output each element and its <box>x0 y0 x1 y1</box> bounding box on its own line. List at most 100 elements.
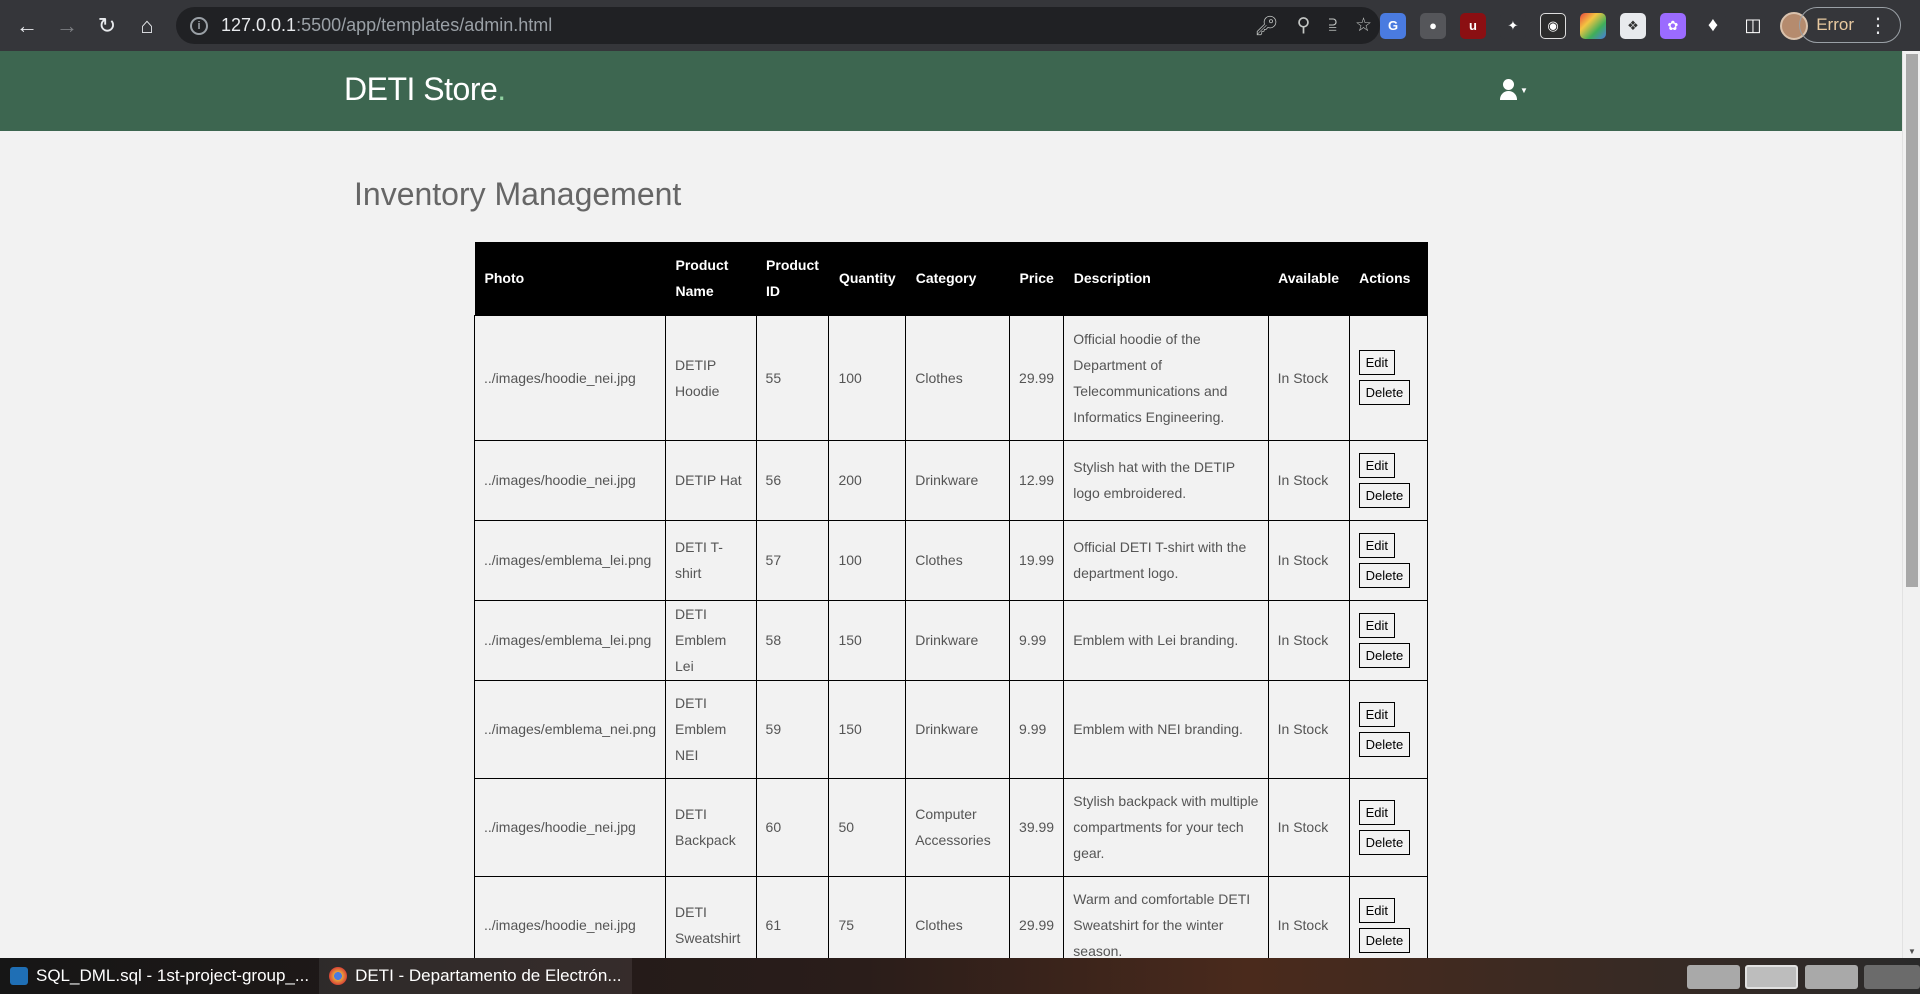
cell-description: Stylish backpack with multiple compartme… <box>1063 777 1269 877</box>
profile-error-button[interactable]: Error ⋮ <box>1799 7 1901 43</box>
cell-actions: Edit Delete <box>1348 314 1429 441</box>
workspace-4[interactable] <box>1864 965 1920 989</box>
cell-product-id: 58 <box>755 599 830 681</box>
vscode-icon <box>10 967 28 985</box>
edit-button[interactable]: Edit <box>1358 612 1396 638</box>
table-header-row: Photo Product Name Product ID Quantity C… <box>474 242 1428 315</box>
site-info-icon[interactable]: i <box>190 16 208 35</box>
delete-button[interactable]: Delete <box>1358 829 1411 855</box>
address-bar[interactable]: i 127.0.0.1:5500/app/templates/admin.htm… <box>176 7 1380 44</box>
edit-button[interactable]: Edit <box>1358 897 1396 923</box>
user-icon <box>1500 79 1517 101</box>
column-header-price: Price <box>1009 242 1064 315</box>
side-panel-icon[interactable]: ◫ <box>1740 12 1766 39</box>
caret-down-icon: ▼ <box>1520 86 1528 95</box>
more-menu-icon[interactable]: ⋮ <box>1868 13 1888 38</box>
back-icon[interactable]: ← <box>7 6 47 46</box>
extension-icon[interactable]: ● <box>1420 12 1446 39</box>
home-icon[interactable]: ⌂ <box>127 6 167 46</box>
share-icon[interactable]: ⫆ <box>1329 15 1337 37</box>
workspace-1[interactable] <box>1687 965 1740 989</box>
browser-toolbar: ← → ↻ ⌂ i 127.0.0.1:5500/app/templates/a… <box>0 0 1920 51</box>
cell-quantity: 150 <box>828 679 907 779</box>
taskbar-item-label: DETI - Departamento de Electrón... <box>355 966 622 985</box>
user-menu-button[interactable]: ▼ <box>1500 79 1528 101</box>
workspace-2[interactable] <box>1745 965 1798 989</box>
cell-category: Clothes <box>905 519 1011 601</box>
delete-button[interactable]: Delete <box>1358 562 1411 588</box>
cell-category: Computer Accessories <box>905 777 1011 877</box>
delete-button[interactable]: Delete <box>1358 380 1411 405</box>
table-row: ../images/hoodie_nei.jpg DETIP Hat 56 20… <box>474 439 1429 521</box>
chrome-icon <box>329 967 348 985</box>
cell-product-id: 55 <box>755 314 830 441</box>
brand-logo[interactable]: DETI Store. <box>344 71 506 108</box>
delete-button[interactable]: Delete <box>1358 482 1411 508</box>
edit-button[interactable]: Edit <box>1358 701 1396 727</box>
column-header-product-id: Product ID <box>756 242 829 315</box>
column-header-quantity: Quantity <box>828 242 906 315</box>
extension-color-icon[interactable] <box>1580 12 1606 39</box>
cell-description: Official DETI T-shirt with the departmen… <box>1063 519 1269 601</box>
scrollbar-thumb[interactable] <box>1906 54 1918 587</box>
cell-description: Emblem with NEI branding. <box>1063 679 1269 779</box>
scroll-down-arrow-icon[interactable]: ▼ <box>1908 947 1916 956</box>
delete-button[interactable]: Delete <box>1358 731 1411 757</box>
zoom-icon[interactable]: ⚲ <box>1297 14 1311 37</box>
cell-quantity: 50 <box>828 777 907 877</box>
extension-bird-icon[interactable]: ✦ <box>1500 12 1526 39</box>
cell-product-id: 57 <box>755 519 830 601</box>
extension-puzzle-box-icon[interactable]: ❖ <box>1620 12 1646 39</box>
bookmark-star-icon[interactable]: ☆ <box>1355 14 1372 37</box>
taskbar-item-chrome[interactable]: DETI - Departamento de Electrón... <box>319 958 632 994</box>
url-text[interactable]: 127.0.0.1:5500/app/templates/admin.html <box>221 15 552 36</box>
forward-icon[interactable]: → <box>47 6 87 46</box>
cell-quantity: 150 <box>828 599 907 681</box>
cell-price: 9.99 <box>1009 599 1065 681</box>
cell-price: 39.99 <box>1009 777 1065 877</box>
cell-product-name: DETI Backpack <box>665 777 757 877</box>
reload-icon[interactable]: ↻ <box>87 6 127 46</box>
edit-button[interactable]: Edit <box>1358 350 1396 375</box>
edit-button[interactable]: Edit <box>1358 532 1396 558</box>
cell-photo: ../images/hoodie_nei.jpg <box>474 314 666 441</box>
page-scrollbar[interactable]: ▼ <box>1902 51 1920 958</box>
key-icon[interactable]: 🔑︎ <box>1255 14 1279 38</box>
table-row: ../images/hoodie_nei.jpg DETIP Hoodie 55… <box>474 314 1429 441</box>
extension-feather-icon[interactable]: ✿ <box>1660 12 1686 39</box>
cell-category: Drinkware <box>905 599 1011 681</box>
cell-price: 12.99 <box>1009 439 1065 521</box>
page-title: Inventory Management <box>354 176 682 212</box>
cell-description: Emblem with Lei branding. <box>1063 599 1269 681</box>
extensions-puzzle-icon[interactable]: ♦ <box>1700 12 1726 39</box>
cell-product-name: DETIP Hoodie <box>665 314 757 441</box>
cell-photo: ../images/hoodie_nei.jpg <box>474 439 666 521</box>
taskbar-item-label: SQL_DML.sql - 1st-project-group_... <box>36 966 310 985</box>
cell-description: Stylish hat with the DETIP logo embroide… <box>1063 439 1269 521</box>
translate-extension-icon[interactable]: G <box>1380 12 1406 39</box>
ublock-icon[interactable]: u <box>1460 12 1486 39</box>
cell-quantity: 100 <box>828 314 907 441</box>
cell-quantity: 100 <box>828 519 907 601</box>
cell-actions: Edit Delete <box>1348 679 1429 779</box>
cell-price: 29.99 <box>1009 314 1065 441</box>
cell-actions: Edit Delete <box>1348 519 1429 601</box>
column-header-description: Description <box>1063 242 1269 315</box>
column-header-product-name: Product Name <box>665 242 757 315</box>
delete-button[interactable]: Delete <box>1358 642 1411 668</box>
table-row: ../images/emblema_lei.png DETI T-shirt 5… <box>474 519 1429 601</box>
edit-button[interactable]: Edit <box>1358 452 1396 478</box>
cell-available: In Stock <box>1267 439 1350 521</box>
edit-button[interactable]: Edit <box>1358 799 1396 825</box>
delete-button[interactable]: Delete <box>1358 927 1411 953</box>
workspace-3[interactable] <box>1805 965 1858 989</box>
cell-product-name: DETI T-shirt <box>665 519 757 601</box>
taskbar-item-vscode[interactable]: SQL_DML.sql - 1st-project-group_... <box>0 958 319 994</box>
cell-product-id: 60 <box>755 777 830 877</box>
cell-product-id: 56 <box>755 439 830 521</box>
cell-product-name: DETI Emblem Lei <box>665 599 757 681</box>
cell-product-id: 59 <box>755 679 830 779</box>
extension-glasses-icon[interactable]: ◉ <box>1540 12 1566 39</box>
cell-actions: Edit Delete <box>1348 599 1429 681</box>
table-row: ../images/emblema_nei.png DETI Emblem NE… <box>474 679 1429 779</box>
